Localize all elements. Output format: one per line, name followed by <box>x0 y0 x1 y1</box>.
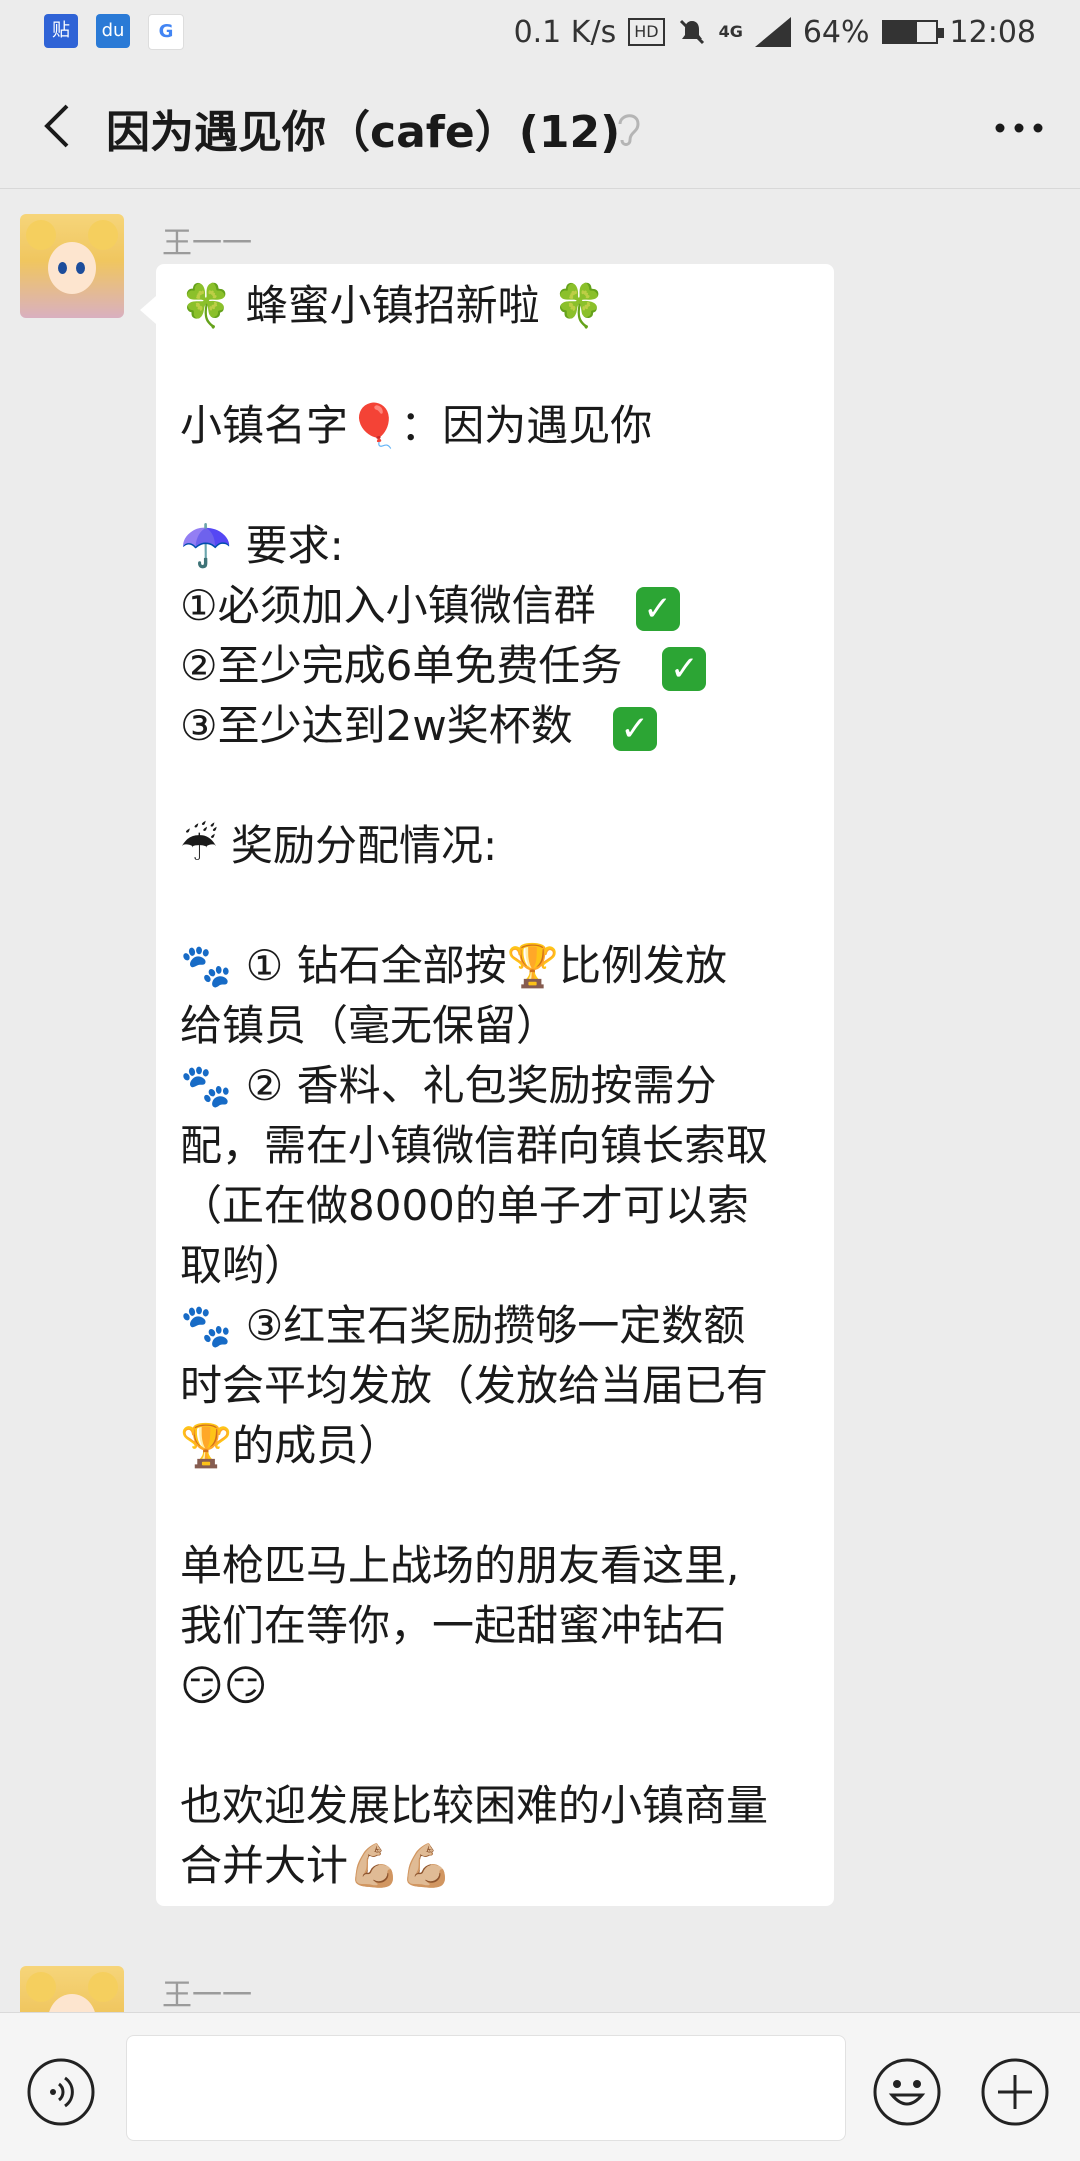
message-text: ②至少完成6单免费任务 <box>180 641 623 690</box>
check-mark-icon: ✓ <box>612 706 657 751</box>
battery-icon <box>881 20 944 44</box>
message-line: 🐾 ① 钻石全部按🏆比例发放 <box>180 936 810 996</box>
page-title: 因为遇见你（cafe）(12) <box>106 107 621 158</box>
message-text: 我们在等你，一起甜蜜冲钻石 <box>180 1601 727 1650</box>
message-line: 我们在等你，一起甜蜜冲钻石 <box>180 1596 810 1656</box>
avatar[interactable] <box>20 214 124 318</box>
plus-icon[interactable] <box>980 2057 1050 2127</box>
message-text: 给镇员（毫无保留） <box>180 1001 559 1050</box>
emoji-icon[interactable] <box>872 2057 942 2127</box>
back-arrow-icon <box>44 104 69 148</box>
message-line: ☂️ 要求: <box>180 516 810 576</box>
hd-badge: HD <box>628 18 665 46</box>
message-input[interactable] <box>126 2035 846 2141</box>
sender-name: 王一一 <box>162 1978 252 2012</box>
message-line: 合并大计💪🏼💪🏼 <box>180 1836 810 1896</box>
message-line: 🐾 ③红宝石奖励攒够一定数额 <box>180 1296 810 1356</box>
chat-area[interactable]: 王一一 🍀 蜂蜜小镇招新啦 🍀 小镇名字🎈：因为遇见你 ☂️ 要求: ①必须加入小镇微… <box>0 188 1080 2012</box>
network-type: 4G <box>718 22 743 41</box>
message-line: 时会平均发放（发放给当届已有 <box>180 1356 810 1416</box>
more-button[interactable] <box>984 104 1054 152</box>
message-line: 也欢迎发展比较困难的小镇商量 <box>180 1776 810 1836</box>
message-line: 小镇名字🎈：因为遇见你 <box>180 396 810 456</box>
battery-percent: 64% <box>802 14 870 50</box>
message-text: 😏😏 <box>180 1661 268 1710</box>
message-line: 配，需在小镇微信群向镇长索取 <box>180 1116 810 1176</box>
google-app-icon: G <box>148 14 184 50</box>
message-line: ①必须加入小镇微信群 ✓ <box>180 576 810 636</box>
battery-fill <box>883 22 917 42</box>
message-text: 🐾 ③红宝石奖励攒够一定数额 <box>180 1301 746 1350</box>
baidu-app-icon: du <box>96 14 130 48</box>
message-text: ①必须加入小镇微信群 <box>180 581 596 630</box>
message-text: ☂️ 要求: <box>180 521 344 570</box>
message-line: 🍀 蜂蜜小镇招新啦 🍀 <box>180 276 810 336</box>
message-text: 配，需在小镇微信群向镇长索取 <box>180 1121 769 1170</box>
message-text: 🐾 ② 香料、礼包奖励按需分 <box>180 1061 717 1110</box>
message-text: 🏆的成员） <box>180 1421 401 1470</box>
message-line: 单枪匹马上战场的朋友看这里, <box>180 1536 810 1596</box>
message-line <box>180 876 810 936</box>
more-icon <box>995 123 1043 133</box>
message-text: ③至少达到2w奖杯数 <box>180 701 573 750</box>
message-text: 也欢迎发展比较困难的小镇商量 <box>180 1781 769 1830</box>
message-text: 🍀 蜂蜜小镇招新啦 🍀 <box>180 281 606 330</box>
message-text: 合并大计💪🏼💪🏼 <box>180 1841 453 1890</box>
message-line: （正在做8000的单子才可以索 <box>180 1176 810 1236</box>
avatar[interactable] <box>20 1966 124 2012</box>
mute-icon <box>679 19 704 45</box>
message-line: ②至少完成6单免费任务 ✓ <box>180 636 810 696</box>
message-line <box>180 1476 810 1536</box>
message-line: 🏆的成员） <box>180 1416 810 1476</box>
clock: 12:08 <box>949 14 1036 50</box>
message-bubble[interactable]: 🍀 蜂蜜小镇招新啦 🍀 小镇名字🎈：因为遇见你 ☂️ 要求: ①必须加入小镇微信群 ✓ ②… <box>140 264 834 1906</box>
message-line: 取哟） <box>180 1236 810 1296</box>
message-text: 🐾 ① 钻石全部按🏆比例发放 <box>180 941 727 990</box>
sender-name: 王一一 <box>162 226 252 261</box>
message-line <box>180 756 810 816</box>
signal-icon <box>754 17 791 47</box>
check-mark-icon: ✓ <box>662 646 707 691</box>
message-text: ☔ 奖励分配情况: <box>180 821 498 870</box>
message-line: ☔ 奖励分配情况: <box>180 816 810 876</box>
net-speed: 0.1 K/s <box>513 14 617 50</box>
back-button[interactable] <box>26 92 86 160</box>
message-text: 时会平均发放（发放给当届已有 <box>180 1361 769 1410</box>
message-text: 单枪匹马上战场的朋友看这里, <box>180 1541 740 1590</box>
input-bar <box>0 2012 1080 2161</box>
message-line <box>180 1716 810 1776</box>
message-text: （正在做8000的单子才可以索 <box>180 1181 749 1230</box>
message-text: 小镇名字🎈：因为遇见你 <box>180 401 653 450</box>
notification-icons: 贴 du G <box>44 14 184 50</box>
message-line: 🐾 ② 香料、礼包奖励按需分 <box>180 1056 810 1116</box>
message-line: 😏😏 <box>180 1656 810 1716</box>
ear-icon <box>618 114 640 146</box>
message-line <box>180 336 810 396</box>
message-text: 取哟） <box>180 1241 307 1290</box>
message-line: 给镇员（毫无保留） <box>180 996 810 1056</box>
status-indicators: 0.1 K/s HD 4G 64% 12:08 <box>514 12 1036 52</box>
chat-header: 因为遇见你（cafe）(12) <box>0 64 1080 189</box>
status-bar: 贴 du G 0.1 K/s HD 4G 64% 12:08 <box>0 0 1080 64</box>
check-mark-icon: ✓ <box>635 586 680 631</box>
tieba-app-icon: 贴 <box>44 14 78 48</box>
message-line <box>180 456 810 516</box>
message-line: ③至少达到2w奖杯数 ✓ <box>180 696 810 756</box>
voice-icon[interactable] <box>26 2057 96 2127</box>
